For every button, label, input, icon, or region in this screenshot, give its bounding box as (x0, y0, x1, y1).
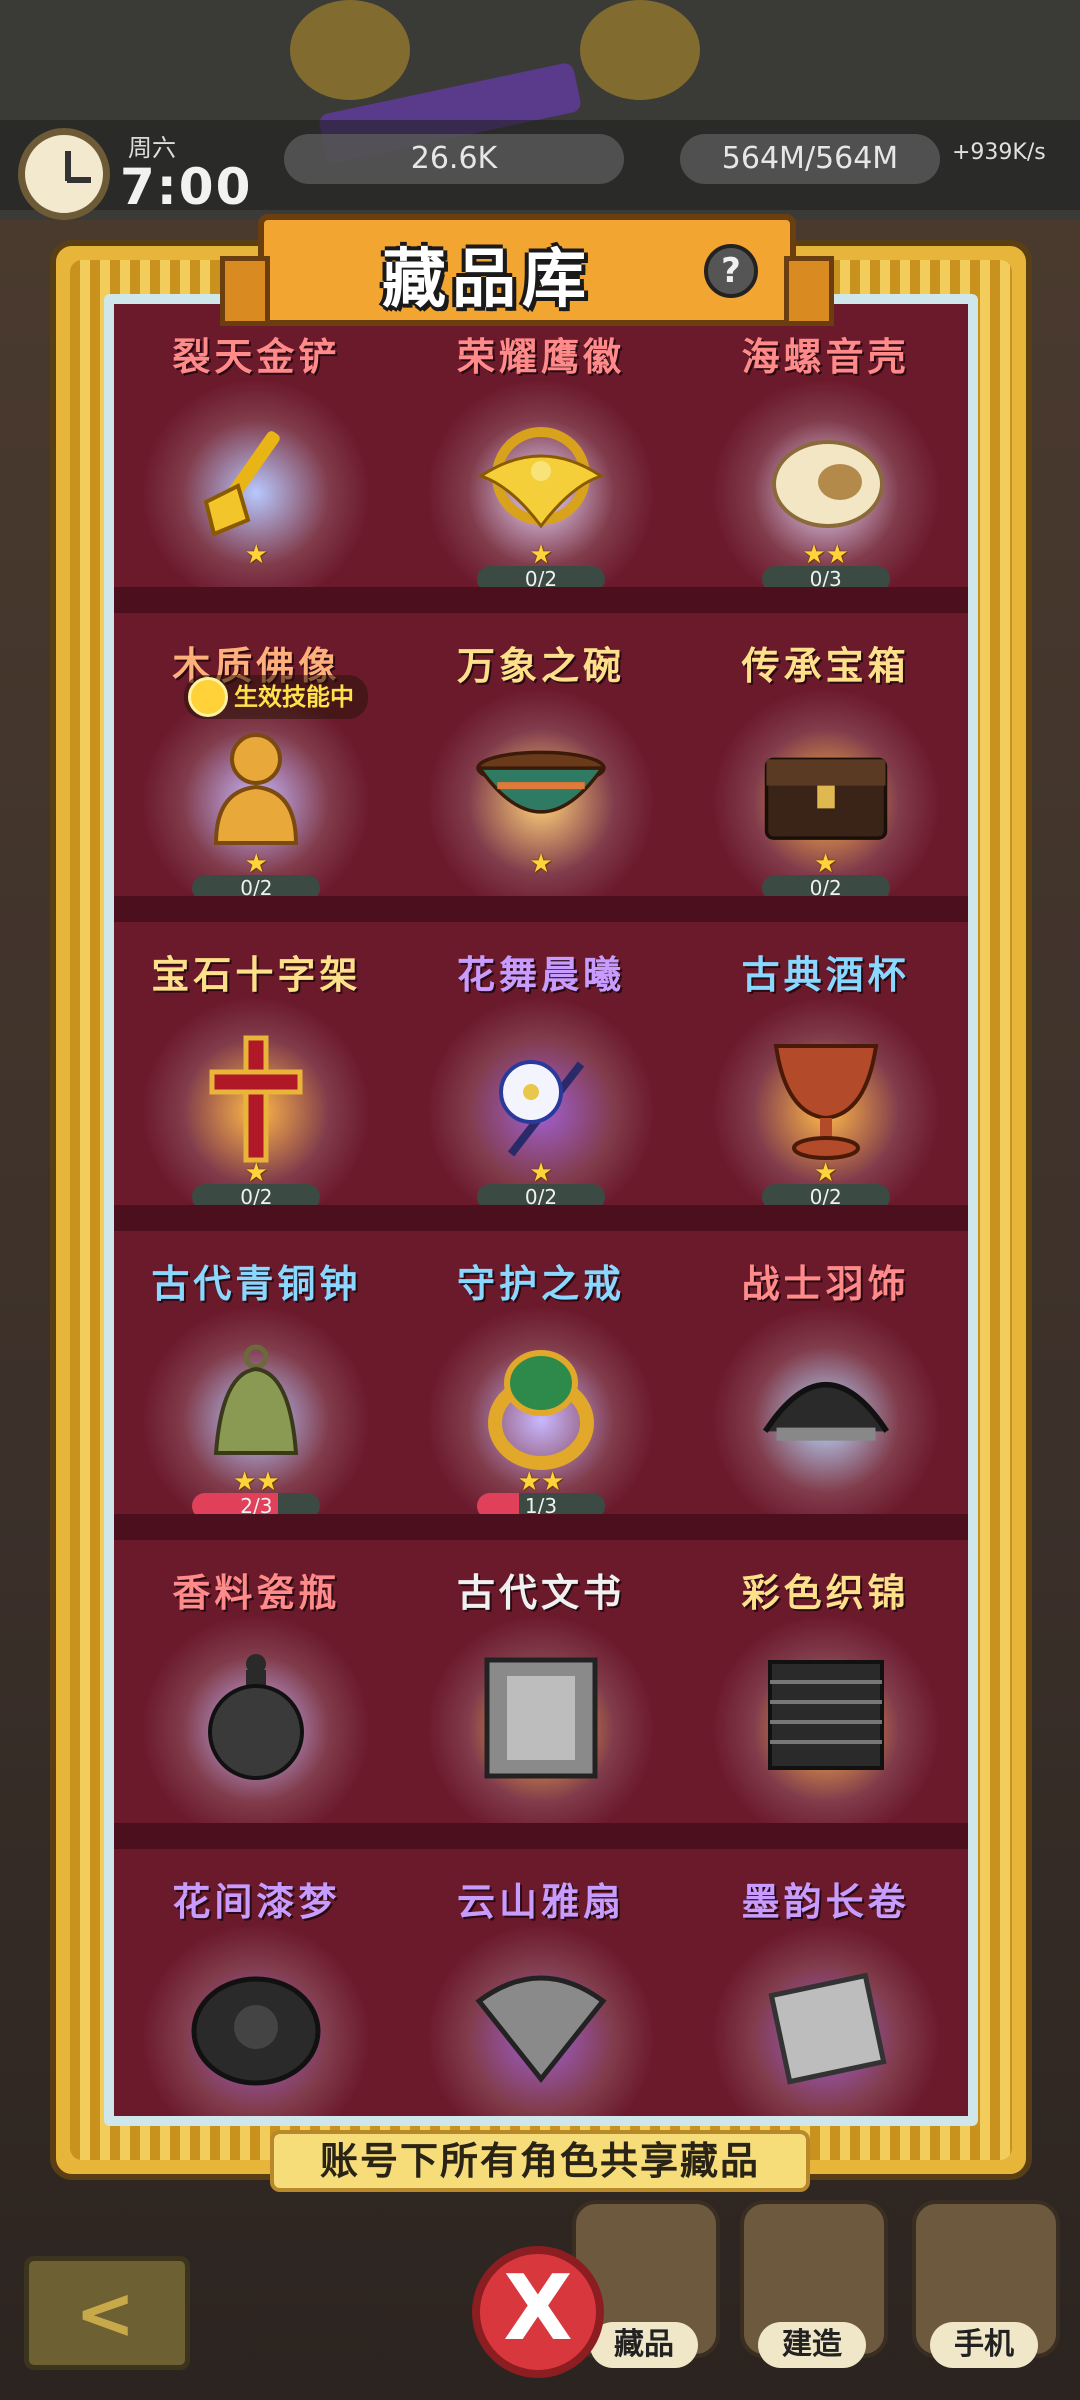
sun-icon (188, 677, 228, 717)
item-name: 万象之碗 (456, 644, 625, 688)
close-button[interactable]: X (472, 2246, 604, 2378)
shelf-divider (114, 587, 968, 613)
shared-collection-note: 账号下所有角色共享藏品 (270, 2130, 810, 2192)
active-skill-badge: 生效技能中 (184, 675, 368, 719)
help-button[interactable]: ? (704, 244, 758, 298)
jade-ring-icon (471, 1343, 611, 1473)
shelf-divider (114, 1205, 968, 1231)
item-name: 传承宝箱 (741, 644, 910, 688)
bowl-icon (471, 725, 611, 855)
modal-title-tab: 藏品库 ? (220, 214, 834, 326)
collection-item[interactable]: 古代文书 (399, 1540, 684, 1849)
pig-decoration (290, 0, 410, 100)
item-name: 彩色织锦 (741, 1571, 910, 1615)
ancient-scroll-icon (471, 1652, 611, 1782)
folding-fan-icon (471, 1961, 611, 2091)
item-name: 古代青铜钟 (151, 1262, 362, 1306)
phone-nav-label: 手机 (930, 2322, 1038, 2368)
collection-item[interactable]: 战士羽饰 (683, 1231, 968, 1540)
goblet-icon (756, 1034, 896, 1164)
collection-modal: 裂天金铲 ★ 荣耀鹰徽 ★ 0/2 海螺音壳 ★★ 0/3 木质佛像 生效技能中 ★ 0/2 万象之碗 ★… (50, 240, 1032, 2180)
buddha-statue-icon (186, 725, 326, 855)
capacity-display: 564M/564M (680, 134, 940, 184)
pig-decoration (580, 0, 700, 100)
shelf-divider (114, 896, 968, 922)
ink-scroll-icon (756, 1961, 896, 2091)
item-name: 海螺音壳 (741, 335, 910, 379)
conch-shell-icon (756, 416, 896, 546)
modal-title: 藏品库 (382, 243, 592, 317)
collection-item[interactable]: 万象之碗 ★ (399, 613, 684, 922)
eagle-emblem-icon (471, 416, 611, 546)
collection-item[interactable]: 香料瓷瓶 (114, 1540, 399, 1849)
active-skill-label: 生效技能中 (234, 683, 354, 711)
collection-nav-label: 藏品 (590, 2322, 698, 2368)
star-rating-icon: ★ (244, 540, 268, 570)
collection-item[interactable]: 古典酒杯 ★ 0/2 (683, 922, 968, 1231)
golden-shovel-icon (186, 416, 326, 546)
collection-item[interactable]: 墨韵长卷 (683, 1849, 968, 2116)
item-name: 守护之戒 (456, 1262, 625, 1306)
flower-hairpin-icon (471, 1034, 611, 1164)
collection-item[interactable]: 海螺音壳 ★★ 0/3 (683, 304, 968, 613)
collection-item[interactable]: 古代青铜钟 ★★ 2/3 (114, 1231, 399, 1540)
modal-frame: 裂天金铲 ★ 荣耀鹰徽 ★ 0/2 海螺音壳 ★★ 0/3 木质佛像 生效技能中 ★ 0/2 万象之碗 ★… (70, 260, 1012, 2160)
item-name: 香料瓷瓶 (172, 1571, 341, 1615)
item-name: 花间漆梦 (172, 1880, 341, 1924)
collection-item[interactable]: 传承宝箱 ★ 0/2 (683, 613, 968, 922)
feather-headdress-icon (756, 1343, 896, 1473)
star-rating-icon: ★ (529, 849, 553, 879)
phone-nav-button[interactable]: 手机 (912, 2200, 1060, 2368)
jeweled-cross-icon (186, 1034, 326, 1164)
collection-item[interactable]: 裂天金铲 ★ (114, 304, 399, 613)
item-name: 古代文书 (456, 1571, 625, 1615)
collection-item[interactable]: 花间漆梦 (114, 1849, 399, 2116)
rate-display: +939K/s (952, 140, 1046, 165)
woven-tapestry-icon (756, 1652, 896, 1782)
treasure-chest-icon (756, 725, 896, 855)
bronze-bell-icon (186, 1343, 326, 1473)
collection-item[interactable]: 宝石十字架 ★ 0/2 (114, 922, 399, 1231)
back-arrow-icon: < (75, 2271, 136, 2355)
modal-inner: 裂天金铲 ★ 荣耀鹰徽 ★ 0/2 海螺音壳 ★★ 0/3 木质佛像 生效技能中 ★ 0/2 万象之碗 ★… (104, 294, 978, 2126)
time-label: 7:00 (120, 158, 253, 216)
back-button[interactable]: < (24, 2256, 190, 2370)
shelf-divider (114, 1823, 968, 1849)
collection-item[interactable]: 花舞晨曦 ★ 0/2 (399, 922, 684, 1231)
currency-display: 26.6K (284, 134, 624, 184)
item-name: 战士羽饰 (741, 1262, 910, 1306)
item-name: 云山雅扇 (456, 1880, 625, 1924)
spice-vase-icon (186, 1652, 326, 1782)
collection-item[interactable]: 荣耀鹰徽 ★ 0/2 (399, 304, 684, 613)
item-name: 墨韵长卷 (741, 1880, 910, 1924)
collection-item[interactable]: 彩色织锦 (683, 1540, 968, 1849)
item-name: 古典酒杯 (741, 953, 910, 997)
item-name: 宝石十字架 (151, 953, 362, 997)
collection-item[interactable]: 木质佛像 生效技能中 ★ 0/2 (114, 613, 399, 922)
clock-icon (18, 128, 110, 220)
item-name: 荣耀鹰徽 (456, 335, 625, 379)
collection-item[interactable]: 守护之戒 ★★ 1/3 (399, 1231, 684, 1540)
collection-grid-viewport[interactable]: 裂天金铲 ★ 荣耀鹰徽 ★ 0/2 海螺音壳 ★★ 0/3 木质佛像 生效技能中 ★ 0/2 万象之碗 ★… (114, 304, 968, 2116)
lacquer-box-icon (186, 1961, 326, 2091)
build-nav-button[interactable]: 建造 (740, 2200, 888, 2368)
shelf-divider (114, 1514, 968, 1540)
item-name: 裂天金铲 (172, 335, 341, 379)
item-name: 花舞晨曦 (456, 953, 625, 997)
collection-item[interactable]: 云山雅扇 (399, 1849, 684, 2116)
build-nav-label: 建造 (758, 2322, 866, 2368)
